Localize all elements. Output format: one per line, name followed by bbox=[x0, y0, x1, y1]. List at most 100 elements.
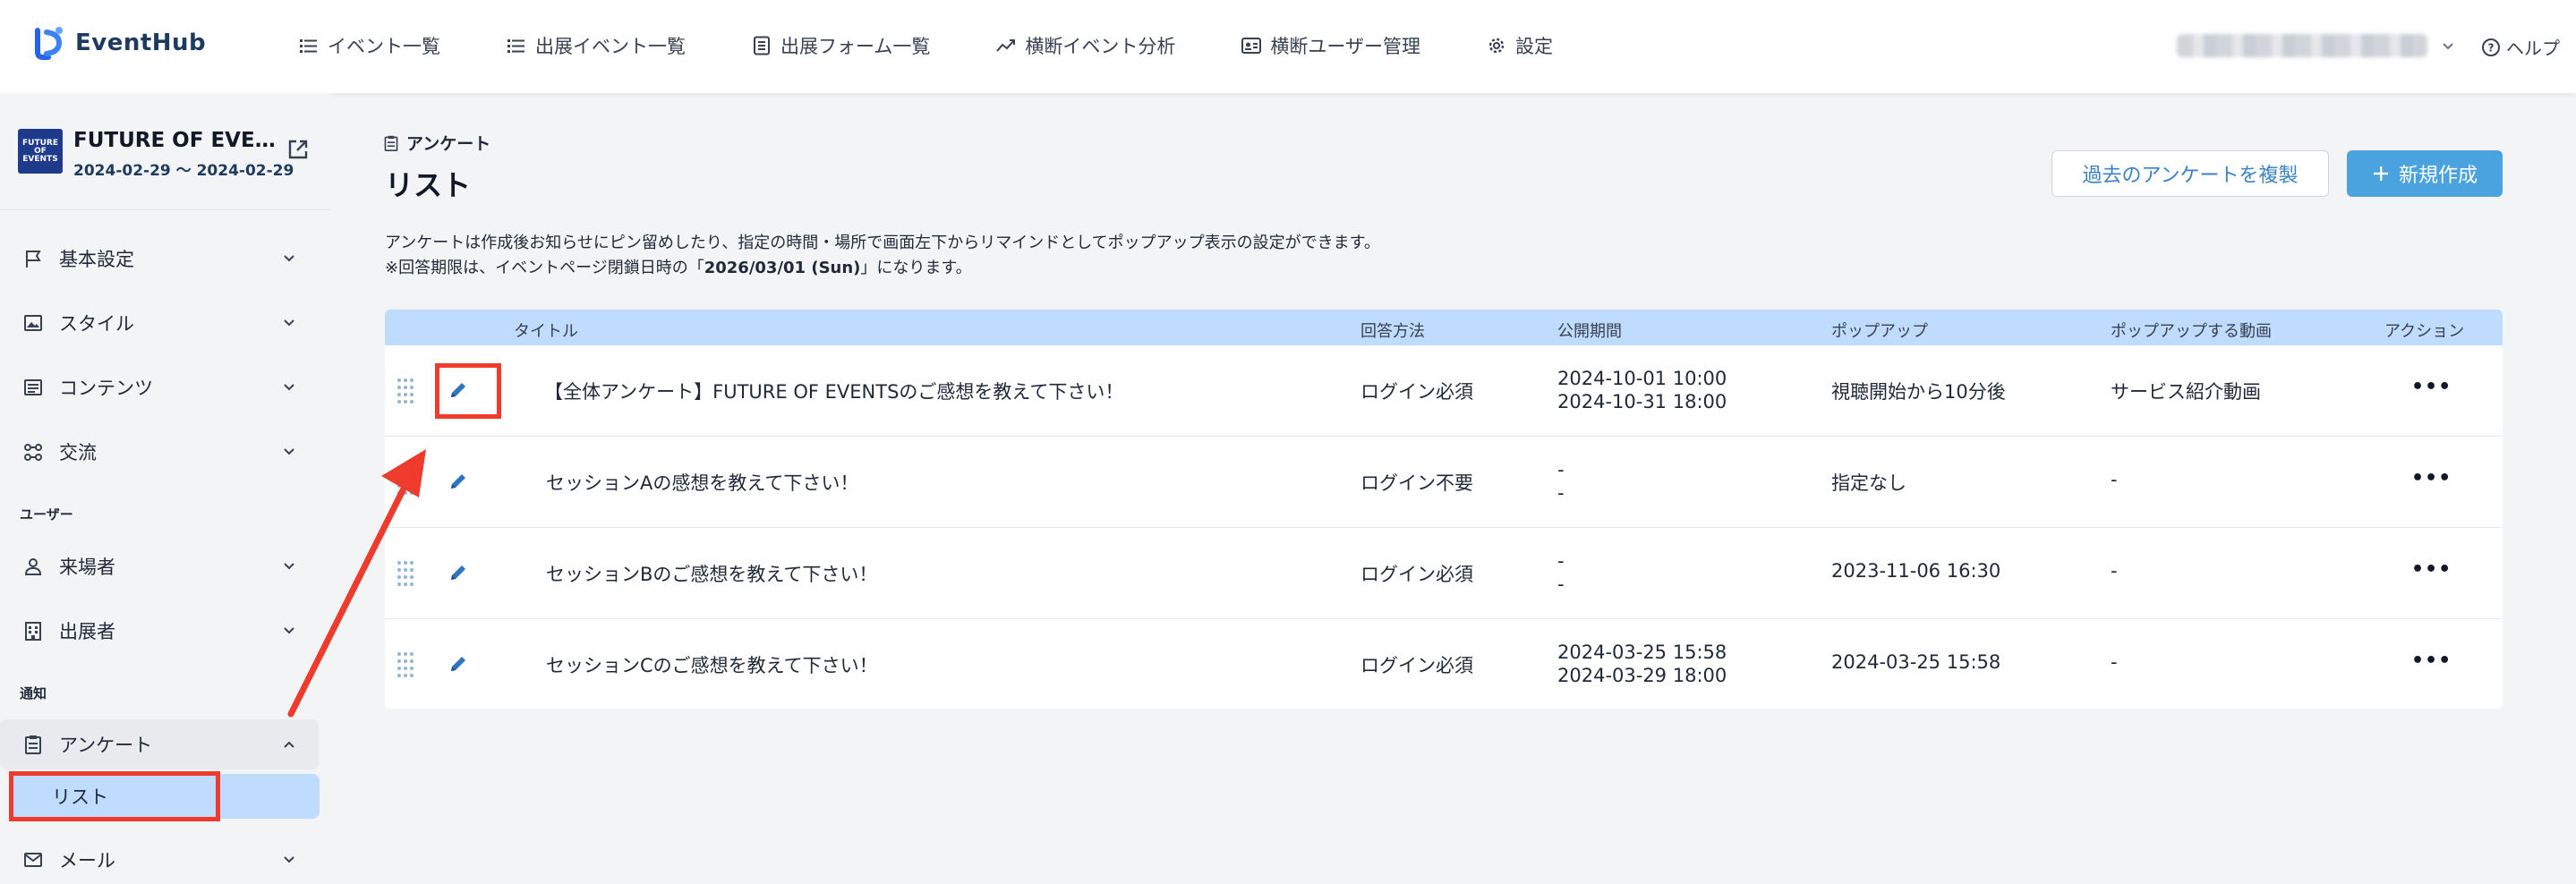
row-title: セッションAの感想を教えて下さい！ bbox=[546, 472, 859, 494]
more-actions-button[interactable]: ••• bbox=[2411, 558, 2452, 581]
row-popup-video: サービス紹介動画 bbox=[2111, 381, 2261, 403]
sidebar-item-exhibitors[interactable]: 出展者 bbox=[0, 606, 319, 656]
chevron-up-icon bbox=[284, 741, 294, 748]
list-icon bbox=[508, 39, 525, 53]
nav-label: 横断ユーザー管理 bbox=[1270, 36, 1420, 57]
row-popup: 視聴開始から10分後 bbox=[1831, 381, 2006, 403]
period-end: - bbox=[1557, 574, 1565, 595]
description-text: 」になります。 bbox=[860, 259, 972, 277]
table-row[interactable]: 【全体アンケート】FUTURE OF EVENTSのご感想を教えて下さい！ ログ… bbox=[385, 345, 2503, 437]
table-row[interactable]: セッションBのご感想を教えて下さい！ ログイン必須 - - 2023-11-06… bbox=[385, 528, 2503, 619]
drag-handle-icon[interactable] bbox=[396, 560, 415, 587]
event-thumbnail: FUTURE OF EVENTS bbox=[18, 129, 63, 174]
edit-pencil-icon[interactable] bbox=[448, 653, 469, 675]
svg-text:?: ? bbox=[2488, 41, 2495, 54]
description-line-2: ※回答期限は、イベントページ閉鎖日時の「2026/03/01 (Sun)」になり… bbox=[385, 256, 1380, 281]
sidebar-item-networking[interactable]: 交流 bbox=[0, 427, 319, 477]
column-header-title: タイトル bbox=[514, 322, 578, 341]
nav-cross-user-management[interactable]: 横断ユーザー管理 bbox=[1241, 32, 1420, 59]
row-method: ログイン不要 bbox=[1361, 472, 1473, 494]
chevron-down-icon bbox=[284, 563, 294, 570]
period-end: 2024-10-31 18:00 bbox=[1557, 391, 1727, 412]
create-new-label: 新規作成 bbox=[2398, 165, 2478, 187]
sidebar-item-contents[interactable]: コンテンツ bbox=[0, 362, 319, 412]
sidebar-item-label: コンテンツ bbox=[59, 378, 153, 399]
sidebar-section-user: ユーザー bbox=[20, 506, 73, 523]
clipboard-icon bbox=[384, 135, 398, 151]
create-new-button[interactable]: 新規作成 bbox=[2347, 150, 2503, 197]
external-link-icon[interactable] bbox=[286, 138, 310, 161]
network-icon bbox=[24, 444, 42, 461]
chevron-down-icon bbox=[284, 319, 294, 327]
form-icon bbox=[754, 36, 770, 55]
logo[interactable]: EventHub bbox=[32, 25, 206, 61]
nav-label: 設定 bbox=[1514, 36, 1553, 57]
event-title: FUTURE OF EVENTS bbox=[73, 129, 279, 152]
question-circle-icon: ? bbox=[2482, 38, 2500, 56]
chevron-down-icon bbox=[284, 856, 294, 863]
table-row[interactable]: セッションAの感想を教えて下さい！ ログイン不要 - - 指定なし - ••• bbox=[385, 437, 2503, 528]
column-header-popup-video: ポップアップする動画 bbox=[2111, 322, 2272, 341]
chevron-down-icon bbox=[284, 255, 294, 262]
chart-icon bbox=[996, 39, 1016, 52]
help-link[interactable]: ? ヘルプ bbox=[2481, 34, 2560, 60]
description-deadline: 2026/03/01 (Sun) bbox=[704, 259, 861, 277]
drag-handle-icon[interactable] bbox=[396, 469, 415, 496]
sidebar-item-mail[interactable]: メール bbox=[0, 835, 319, 884]
table-header: タイトル 回答方法 公開期間 ポップアップ ポップアップする動画 アクション bbox=[385, 310, 2503, 345]
edit-pencil-icon[interactable] bbox=[448, 562, 469, 583]
top-navbar: EventHub イベント一覧 出展イベント一覧 出展フォーム一覧 横断イベント… bbox=[0, 0, 2576, 93]
image-icon bbox=[24, 315, 42, 331]
table-row[interactable]: セッションCのご感想を教えて下さい！ ログイン必須 2024-03-25 15:… bbox=[385, 619, 2503, 709]
row-popup-video: - bbox=[2111, 560, 2118, 582]
sidebar-item-visitors[interactable]: 来場者 bbox=[0, 541, 319, 591]
column-header-period: 公開期間 bbox=[1557, 322, 1622, 341]
nav-cross-event-analysis[interactable]: 横断イベント分析 bbox=[996, 32, 1175, 59]
nav-label: イベント一覧 bbox=[328, 36, 440, 57]
row-period: - - bbox=[1557, 549, 1565, 596]
user-menu[interactable] bbox=[2177, 34, 2456, 57]
row-popup-video: - bbox=[2111, 469, 2118, 490]
row-title: 【全体アンケート】FUTURE OF EVENTSのご感想を教えて下さい！ bbox=[544, 381, 1124, 403]
eventhub-logo-icon bbox=[35, 27, 63, 60]
drag-handle-icon[interactable] bbox=[396, 651, 415, 678]
row-method: ログイン必須 bbox=[1361, 655, 1473, 676]
chevron-down-icon bbox=[284, 627, 294, 634]
sidebar-item-label: アンケート bbox=[59, 735, 153, 756]
more-actions-button[interactable]: ••• bbox=[2411, 650, 2452, 672]
chevron-down-icon bbox=[284, 448, 294, 455]
drag-handle-icon[interactable] bbox=[396, 378, 415, 404]
sidebar-divider bbox=[0, 209, 331, 210]
sidebar-item-label: スタイル bbox=[59, 313, 134, 335]
row-method: ログイン必須 bbox=[1361, 564, 1473, 585]
chevron-down-icon bbox=[2443, 43, 2453, 50]
row-popup: 2023-11-06 16:30 bbox=[1831, 560, 2001, 582]
row-period: 2024-10-01 10:00 2024-10-31 18:00 bbox=[1557, 367, 1727, 413]
breadcrumb: アンケート bbox=[383, 131, 490, 155]
duplicate-survey-button[interactable]: 過去のアンケートを複製 bbox=[2051, 150, 2329, 197]
nav-event-list[interactable]: イベント一覧 bbox=[299, 32, 440, 59]
description-text: ※回答期限は、イベントページ閉鎖日時の「 bbox=[385, 259, 704, 277]
description-line-1: アンケートは作成後お知らせにピン留めしたり、指定の時間・場所で画面左下からリマイ… bbox=[385, 234, 1380, 252]
sidebar-item-basic-settings[interactable]: 基本設定 bbox=[0, 234, 319, 284]
row-period: 2024-03-25 15:58 2024-03-29 18:00 bbox=[1557, 641, 1727, 687]
person-icon bbox=[24, 558, 42, 575]
nav-exhibit-event-list[interactable]: 出展イベント一覧 bbox=[507, 32, 686, 59]
sidebar: FUTURE OF EVENTS FUTURE OF EVENTS 2024-0… bbox=[0, 93, 331, 884]
sidebar-item-style[interactable]: スタイル bbox=[0, 298, 319, 348]
row-popup-video: - bbox=[2111, 651, 2118, 673]
column-header-popup: ポップアップ bbox=[1831, 322, 1928, 341]
sidebar-item-survey[interactable]: アンケート bbox=[0, 719, 319, 769]
nav-exhibit-form-list[interactable]: 出展フォーム一覧 bbox=[752, 32, 930, 59]
sidebar-item-label: 来場者 bbox=[59, 557, 115, 578]
description: アンケートは作成後お知らせにピン留めしたり、指定の時間・場所で画面左下からリマイ… bbox=[385, 231, 1380, 281]
highlight-box-sidebar bbox=[9, 771, 220, 821]
nav-label: 横断イベント分析 bbox=[1025, 36, 1176, 57]
breadcrumb-label: アンケート bbox=[406, 134, 491, 154]
more-actions-button[interactable]: ••• bbox=[2411, 376, 2452, 398]
column-header-method: 回答方法 bbox=[1361, 322, 1425, 341]
more-actions-button[interactable]: ••• bbox=[2411, 467, 2452, 489]
list-icon bbox=[300, 39, 317, 53]
nav-settings[interactable]: 設定 bbox=[1487, 32, 1553, 59]
edit-pencil-icon[interactable] bbox=[448, 471, 469, 492]
